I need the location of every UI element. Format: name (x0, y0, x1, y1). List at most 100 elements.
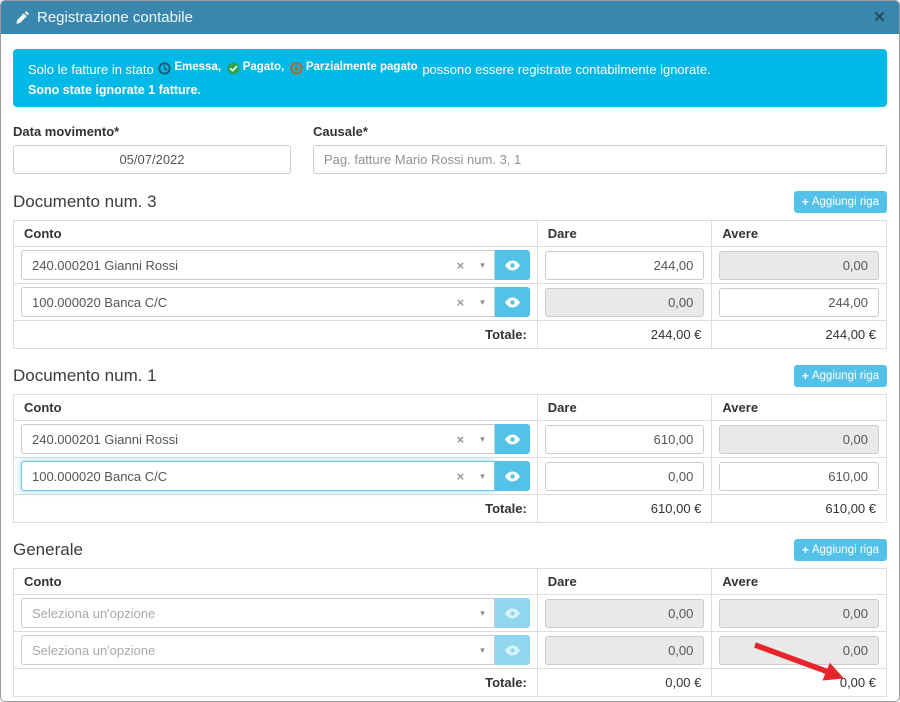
dot-circle-icon (290, 62, 303, 75)
total-dare: 244,00 € (537, 321, 712, 349)
dare-input[interactable] (545, 251, 705, 280)
dare-input[interactable] (545, 425, 705, 454)
col-header-dare: Dare (537, 569, 712, 595)
clear-icon[interactable]: × (457, 258, 465, 273)
section-generale: Generale + Aggiungi riga Conto Dare Aver… (13, 539, 887, 697)
modal-title: Registrazione contabile (37, 9, 874, 26)
add-row-button[interactable]: + Aggiungi riga (794, 539, 887, 561)
eye-button (495, 635, 530, 665)
col-header-dare: Dare (537, 395, 712, 421)
col-header-conto: Conto (14, 395, 538, 421)
table-row: 100.000020 Banca C/C × ▾ (14, 284, 887, 321)
total-label: Totale: (14, 321, 538, 349)
total-dare: 610,00 € (537, 495, 712, 523)
total-row: Totale: 0,00 € 0,00 € (14, 669, 887, 697)
dare-input (545, 288, 705, 317)
causale-input[interactable] (313, 145, 887, 174)
alert-suffix: possono essere registrate contabilmente … (422, 62, 710, 77)
clear-icon[interactable]: × (457, 469, 465, 484)
col-header-dare: Dare (537, 221, 712, 247)
table-row: 100.000020 Banca C/C × ▾ (14, 458, 887, 495)
chevron-down-icon: ▾ (480, 434, 485, 445)
avere-input (719, 636, 879, 665)
section-title: Documento num. 1 (13, 366, 157, 386)
info-alert: Solo le fatture in stato Emessa, Pagato,… (13, 49, 887, 107)
conto-select[interactable]: Seleziona un'opzione ▾ (21, 598, 495, 628)
chevron-down-icon: ▾ (480, 260, 485, 271)
chevron-down-icon: ▾ (480, 471, 485, 482)
dare-input[interactable] (545, 462, 705, 491)
total-avere: 244,00 € (712, 321, 887, 349)
eye-icon (504, 642, 521, 659)
conto-select[interactable]: 240.000201 Gianni Rossi × ▾ (21, 424, 495, 454)
total-row: Totale: 244,00 € 244,00 € (14, 321, 887, 349)
table-row: Seleziona un'opzione ▾ (14, 632, 887, 669)
alert-prefix: Solo le fatture in stato (28, 62, 154, 77)
avere-input (719, 425, 879, 454)
total-row: Totale: 610,00 € 610,00 € (14, 495, 887, 523)
form-row: Data movimento* Causale* (13, 124, 887, 174)
eye-button (495, 598, 530, 628)
chevron-down-icon: ▾ (480, 608, 485, 619)
plus-icon: + (802, 543, 809, 557)
clear-icon[interactable]: × (457, 295, 465, 310)
dare-input (545, 636, 705, 665)
avere-input (719, 251, 879, 280)
modal-header: Registrazione contabile × (1, 1, 899, 34)
conto-select[interactable]: 240.000201 Gianni Rossi × ▾ (21, 250, 495, 280)
total-avere: 610,00 € (712, 495, 887, 523)
avere-input[interactable] (719, 462, 879, 491)
accounting-table: Conto Dare Avere 240.000201 Gianni Rossi… (13, 394, 887, 523)
data-movimento-field: Data movimento* (13, 124, 291, 174)
dare-input (545, 599, 705, 628)
alert-line2: Sono state ignorate 1 fatture. (28, 83, 872, 97)
col-header-conto: Conto (14, 569, 538, 595)
clock-icon (158, 62, 171, 75)
col-header-avere: Avere (712, 221, 887, 247)
total-avere: 0,00 € (712, 669, 887, 697)
conto-select[interactable]: Seleziona un'opzione ▾ (21, 635, 495, 665)
alert-line1: Solo le fatture in stato Emessa, Pagato,… (28, 58, 872, 80)
accounting-table: Conto Dare Avere 240.000201 Gianni Rossi… (13, 220, 887, 349)
eye-button[interactable] (495, 250, 530, 280)
col-header-conto: Conto (14, 221, 538, 247)
eye-icon (504, 605, 521, 622)
col-header-avere: Avere (712, 569, 887, 595)
section-title: Documento num. 3 (13, 192, 157, 212)
chevron-down-icon: ▾ (480, 645, 485, 656)
section-title: Generale (13, 540, 83, 560)
avere-input[interactable] (719, 288, 879, 317)
total-label: Totale: (14, 669, 538, 697)
col-header-avere: Avere (712, 395, 887, 421)
plus-icon: + (802, 369, 809, 383)
status-badge-pagato: Pagato, (227, 58, 285, 77)
eye-button[interactable] (495, 424, 530, 454)
table-row: 240.000201 Gianni Rossi × ▾ (14, 421, 887, 458)
status-badge-parzialmente-pagato: Parzialmente pagato (290, 58, 418, 77)
eye-button[interactable] (495, 287, 530, 317)
check-circle-icon (227, 62, 240, 75)
accounting-table: Conto Dare Avere Seleziona un'opzione ▾ (13, 568, 887, 697)
section-documento-3: Documento num. 3 + Aggiungi riga Conto D… (13, 191, 887, 349)
conto-select[interactable]: 100.000020 Banca C/C × ▾ (21, 461, 495, 491)
total-label: Totale: (14, 495, 538, 523)
add-row-button[interactable]: + Aggiungi riga (794, 365, 887, 387)
causale-field: Causale* (313, 124, 887, 174)
conto-select[interactable]: 100.000020 Banca C/C × ▾ (21, 287, 495, 317)
causale-label: Causale* (313, 124, 887, 139)
eye-icon (504, 468, 521, 485)
data-movimento-label: Data movimento* (13, 124, 291, 139)
close-icon[interactable]: × (874, 8, 885, 27)
data-movimento-input[interactable] (13, 145, 291, 174)
section-documento-1: Documento num. 1 + Aggiungi riga Conto D… (13, 365, 887, 523)
avere-input (719, 599, 879, 628)
pencil-icon (15, 11, 29, 25)
table-row: 240.000201 Gianni Rossi × ▾ (14, 247, 887, 284)
eye-icon (504, 294, 521, 311)
registrazione-contabile-modal: Registrazione contabile × Solo le fattur… (0, 0, 900, 702)
clear-icon[interactable]: × (457, 432, 465, 447)
eye-button[interactable] (495, 461, 530, 491)
eye-icon (504, 431, 521, 448)
total-dare: 0,00 € (537, 669, 712, 697)
add-row-button[interactable]: + Aggiungi riga (794, 191, 887, 213)
